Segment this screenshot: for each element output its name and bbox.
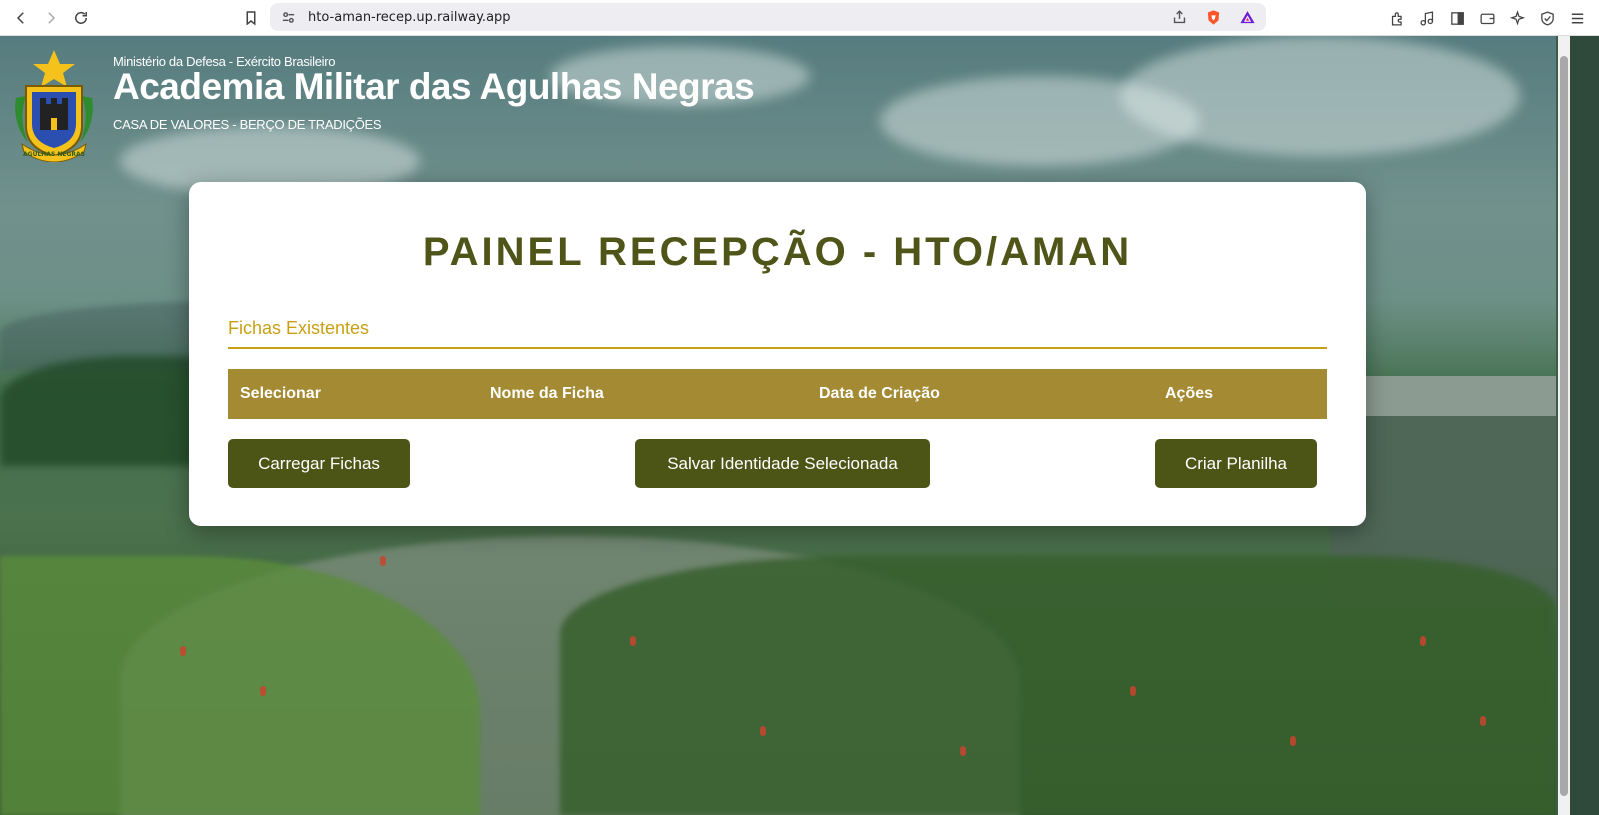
background-plants [560,556,1556,815]
fichas-table-header: Selecionar Nome da Ficha Data de Criação… [228,369,1327,419]
sidebar-icon[interactable] [1447,8,1467,28]
scrollbar-thumb[interactable] [1560,56,1568,796]
emblem-text: AGULHAS NEGRAS [23,151,85,158]
background-flower [630,636,636,646]
academy-title: Academia Militar das Agulhas Negras [113,66,755,107]
column-header-select: Selecionar [240,385,321,402]
panel-title: PAINEL RECEPÇÃO - HTO/AMAN [422,230,1133,274]
background-flower [1290,736,1296,746]
url-text[interactable]: hto-aman-recep.up.railway.app [308,10,511,25]
academy-subtitle: CASA DE VALORES - BERÇO DE TRADIÇÕES [113,117,382,132]
bookmark-icon[interactable] [236,3,266,33]
brave-shield-icon[interactable] [1202,6,1224,28]
background-flower [760,726,766,736]
site-settings-icon[interactable] [278,7,298,27]
extensions-icon[interactable] [1387,8,1407,28]
background-flower [1420,636,1426,646]
background-flower [180,646,186,656]
save-identity-button[interactable]: Salvar Identidade Selecionada [635,439,930,488]
background-flower [960,746,966,756]
background-flower [1480,716,1486,726]
page-scrollbar[interactable] [1556,36,1599,815]
create-spreadsheet-button[interactable]: Criar Planilha [1155,439,1317,488]
leo-ai-icon[interactable] [1507,8,1527,28]
load-fichas-button[interactable]: Carregar Fichas [228,439,410,488]
column-header-name: Nome da Ficha [490,385,604,402]
column-header-actions: Ações [1165,385,1214,402]
wallet-icon[interactable] [1477,8,1497,28]
aman-emblem-logo: AGULHAS NEGRAS [15,50,93,162]
media-icon[interactable] [1417,8,1437,28]
vpn-shield-icon[interactable] [1537,8,1557,28]
reload-icon[interactable] [66,3,96,33]
page-background: AGULHAS NEGRAS Ministério da Defesa - Ex… [0,36,1556,815]
forward-icon[interactable] [36,3,66,33]
share-icon[interactable] [1168,6,1190,28]
address-bar[interactable]: hto-aman-recep.up.railway.app [270,3,1266,31]
reception-panel-card: PAINEL RECEPÇÃO - HTO/AMAN Fichas Existe… [189,182,1366,526]
column-header-date: Data de Criação [819,385,940,402]
background-flower [380,556,386,566]
background-flower [260,686,266,696]
brave-rewards-icon[interactable] [1236,6,1258,28]
background-flower [1130,686,1136,696]
section-title: Fichas Existentes [228,318,370,338]
background-cloud [1120,36,1520,156]
menu-icon[interactable] [1567,8,1587,28]
section-divider [228,347,1327,349]
back-icon[interactable] [6,3,36,33]
